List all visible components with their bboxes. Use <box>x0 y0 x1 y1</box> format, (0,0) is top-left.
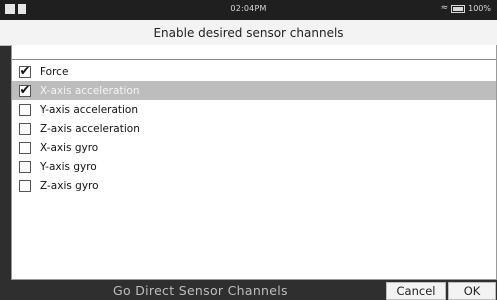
channel-label: Y-axis acceleration <box>40 103 139 116</box>
channel-label: X-axis acceleration <box>40 84 140 97</box>
checkbox[interactable]: ✔ <box>19 82 31 98</box>
checkbox[interactable] <box>19 141 31 154</box>
checkmark-icon: ✔ <box>19 63 31 79</box>
cancel-button[interactable]: Cancel <box>386 282 446 300</box>
checkbox[interactable] <box>19 122 31 135</box>
status-icons-right: ≈ 100% <box>440 3 491 14</box>
channel-row-force[interactable]: ✔ Force <box>12 62 496 81</box>
channel-label: X-axis gyro <box>40 141 99 154</box>
checkbox[interactable] <box>19 103 31 116</box>
channel-label: Z-axis gyro <box>40 179 99 192</box>
dialog-title: Enable desired sensor channels <box>153 26 344 40</box>
wifi-icon: ≈ <box>440 3 449 13</box>
checkbox[interactable] <box>19 160 31 173</box>
channel-list-panel: ✔ Force ✔ X-axis acceleration Y-axis acc… <box>11 45 497 280</box>
list-divider <box>12 59 496 60</box>
channel-row-z-gyro[interactable]: Z-axis gyro <box>12 176 496 195</box>
bottom-bar: Go Direct Sensor Channels Cancel OK <box>0 280 497 300</box>
checkbox[interactable]: ✔ <box>19 63 31 79</box>
channel-label: Force <box>40 65 69 78</box>
status-time: 02:04PM <box>230 4 267 13</box>
channel-row-z-accel[interactable]: Z-axis acceleration <box>12 119 496 138</box>
ok-button[interactable]: OK <box>448 282 496 300</box>
channel-row-y-accel[interactable]: Y-axis acceleration <box>12 100 496 119</box>
channel-row-x-accel[interactable]: ✔ X-axis acceleration <box>12 81 496 100</box>
status-bar: 02:04PM ≈ 100% <box>0 0 497 20</box>
channel-label: Y-axis gyro <box>40 160 97 173</box>
channel-row-y-gyro[interactable]: Y-axis gyro <box>12 157 496 176</box>
channel-row-x-gyro[interactable]: X-axis gyro <box>12 138 496 157</box>
screen-title: Go Direct Sensor Channels <box>113 283 288 298</box>
checkbox[interactable] <box>19 179 31 192</box>
battery-icon <box>451 4 466 13</box>
channel-label: Z-axis acceleration <box>40 122 140 135</box>
battery-percent: 100% <box>468 4 491 13</box>
dialog-header: Enable desired sensor channels <box>0 20 497 46</box>
checkmark-icon: ✔ <box>19 82 31 98</box>
